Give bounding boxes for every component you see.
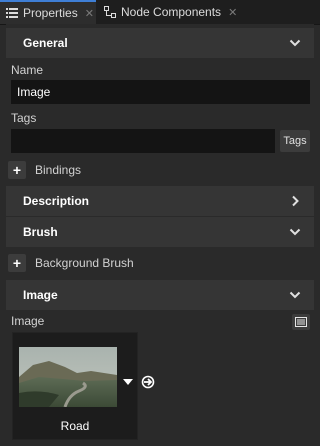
image-asset-card[interactable]: Road [12,332,138,440]
section-general[interactable]: General [6,28,314,58]
section-title: Description [23,194,90,208]
components-icon [104,6,116,18]
tags-field[interactable] [11,129,275,153]
section-title: General [23,36,68,50]
list-icon [6,7,18,19]
chevron-down-icon [289,39,301,47]
tab-properties[interactable]: Properties ✕ [0,0,96,24]
section-description[interactable]: Description [6,186,314,216]
section-image[interactable]: Image [6,280,314,310]
name-field[interactable]: Image [11,80,310,104]
close-icon[interactable]: ✕ [228,6,237,19]
background-brush-label: Background Brush [35,256,134,270]
section-title: Brush [23,225,58,239]
image-browse-icon [295,317,307,327]
add-background-brush-button[interactable]: + [8,254,26,272]
browse-asset-button[interactable] [292,314,310,330]
chevron-down-icon [289,291,301,299]
properties-panel: General Name Image Tags Tags + Bindings … [6,24,314,446]
image-property-label: Image [11,314,45,328]
tags-label: Tags [11,111,37,125]
dropdown-arrow-icon[interactable] [123,378,133,386]
tab-node-components[interactable]: Node Components ✕ [98,0,246,24]
tags-button[interactable]: Tags [280,130,310,152]
name-label: Name [11,63,44,77]
section-title: Image [23,288,58,302]
add-binding-button[interactable]: + [8,161,26,179]
tab-node-components-label: Node Components [121,5,222,19]
image-thumbnail [19,347,117,407]
chevron-right-icon [292,195,299,207]
navigate-to-asset-icon[interactable] [141,375,155,389]
tab-bar: Properties ✕ Node Components ✕ [0,0,320,25]
chevron-down-icon [289,228,301,236]
tab-properties-label: Properties [23,6,78,20]
section-brush[interactable]: Brush [6,217,314,247]
bindings-label: Bindings [35,163,82,177]
image-asset-name: Road [60,419,90,433]
close-icon[interactable]: ✕ [85,7,94,20]
